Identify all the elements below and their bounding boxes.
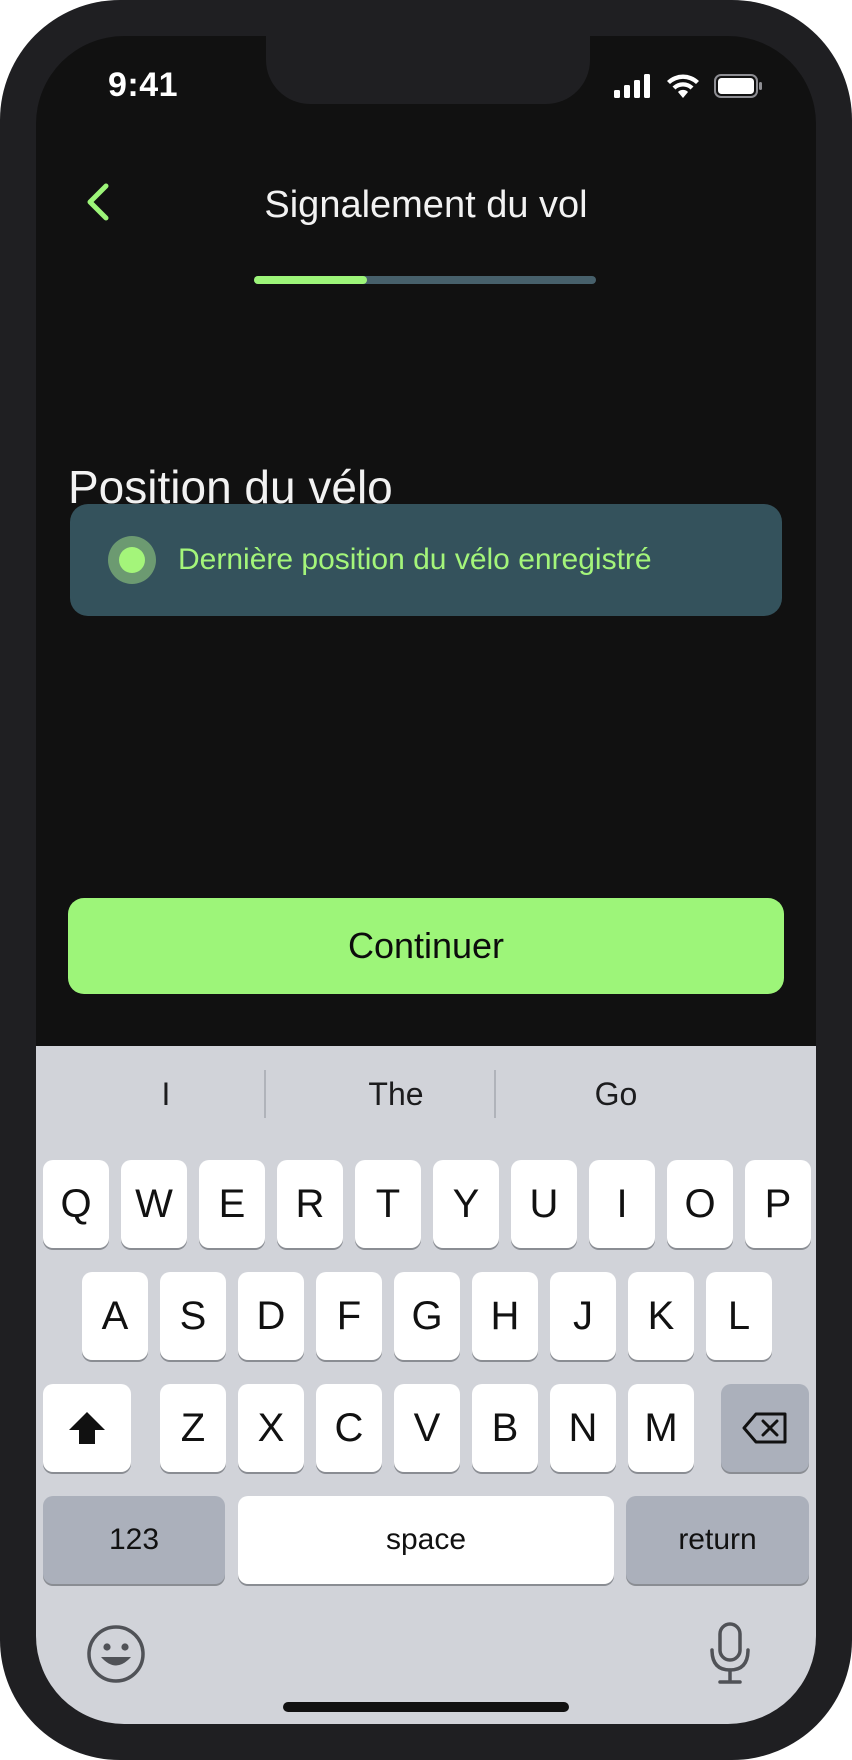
key-h[interactable]: H — [472, 1272, 538, 1360]
shift-icon — [69, 1412, 105, 1444]
radio-selected-dot — [119, 547, 145, 573]
key-o[interactable]: O — [667, 1160, 733, 1248]
dictation-button[interactable] — [708, 1622, 752, 1686]
key-m[interactable]: M — [628, 1384, 694, 1472]
key-v[interactable]: V — [394, 1384, 460, 1472]
key-e[interactable]: E — [199, 1160, 265, 1248]
delete-icon — [742, 1412, 787, 1444]
status-time: 9:41 — [108, 66, 179, 104]
signal-icon — [614, 74, 650, 98]
suggestion-1[interactable]: I — [36, 1046, 296, 1142]
notch — [266, 36, 590, 104]
suggestion-3[interactable]: Go — [496, 1046, 736, 1142]
phone-frame: 9:41 Signalement du vol Position du vélo… — [0, 0, 852, 1760]
continue-button[interactable]: Continuer — [68, 898, 784, 994]
key-w[interactable]: W — [121, 1160, 187, 1248]
key-q[interactable]: Q — [43, 1160, 109, 1248]
key-k[interactable]: K — [628, 1272, 694, 1360]
return-key[interactable]: return — [626, 1496, 809, 1584]
position-option[interactable]: Dernière position du vélo enregistré — [70, 504, 782, 616]
key-g[interactable]: G — [394, 1272, 460, 1360]
key-t[interactable]: T — [355, 1160, 421, 1248]
shift-key[interactable] — [43, 1384, 131, 1472]
key-n[interactable]: N — [550, 1384, 616, 1472]
suggestion-bar: I The Go — [36, 1046, 816, 1142]
key-j[interactable]: J — [550, 1272, 616, 1360]
delete-key[interactable] — [721, 1384, 809, 1472]
key-b[interactable]: B — [472, 1384, 538, 1472]
key-f[interactable]: F — [316, 1272, 382, 1360]
key-x[interactable]: X — [238, 1384, 304, 1472]
key-r[interactable]: R — [277, 1160, 343, 1248]
progress-bar — [254, 276, 596, 284]
key-u[interactable]: U — [511, 1160, 577, 1248]
key-i[interactable]: I — [589, 1160, 655, 1248]
space-key[interactable]: space — [238, 1496, 614, 1584]
key-d[interactable]: D — [238, 1272, 304, 1360]
numbers-key[interactable]: 123 — [43, 1496, 225, 1584]
emoji-icon — [87, 1625, 145, 1683]
keyboard: I The Go Q W E R T Y U I O P A S D F G H — [36, 1046, 816, 1724]
wifi-icon — [667, 74, 699, 98]
progress-fill — [254, 276, 367, 284]
key-s[interactable]: S — [160, 1272, 226, 1360]
key-p[interactable]: P — [745, 1160, 811, 1248]
key-y[interactable]: Y — [433, 1160, 499, 1248]
key-l[interactable]: L — [706, 1272, 772, 1360]
key-c[interactable]: C — [316, 1384, 382, 1472]
key-a[interactable]: A — [82, 1272, 148, 1360]
suggestion-2[interactable]: The — [266, 1046, 526, 1142]
battery-icon — [714, 74, 762, 98]
home-indicator[interactable] — [283, 1702, 569, 1712]
page-title: Signalement du vol — [264, 184, 588, 226]
radio-button[interactable] — [108, 536, 156, 584]
status-icons — [614, 74, 764, 98]
screen: 9:41 Signalement du vol Position du vélo… — [36, 36, 816, 1724]
emoji-button[interactable] — [86, 1624, 146, 1684]
key-z[interactable]: Z — [160, 1384, 226, 1472]
option-label: Dernière position du vélo enregistré — [178, 543, 652, 576]
microphone-icon — [710, 1622, 750, 1684]
